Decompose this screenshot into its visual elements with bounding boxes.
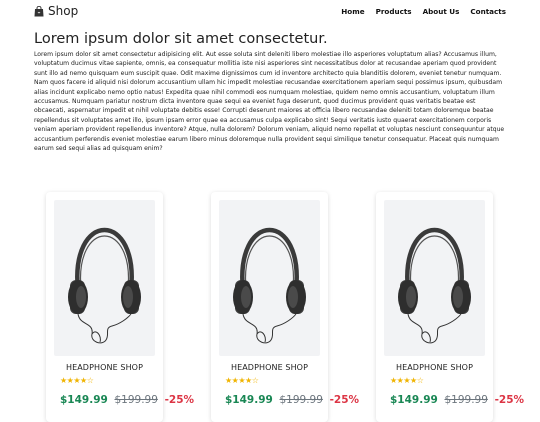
discount-badge: -25% bbox=[164, 394, 195, 406]
rating-stars: ★★★★☆ bbox=[390, 376, 424, 385]
price-row: $149.99 $199.99 -25% bbox=[225, 394, 359, 406]
intro-paragraph: Lorem ipsum dolor sit amet consectetur a… bbox=[34, 51, 505, 153]
intro-section: Lorem ipsum dolor sit amet consectetur. … bbox=[0, 30, 540, 153]
product-card[interactable]: HEADPHONE SHOP ★★★★☆ $149.99 $199.99 -25… bbox=[376, 192, 524, 422]
nav-link-contacts[interactable]: Contacts bbox=[470, 7, 506, 16]
star-icon: ☆ bbox=[86, 376, 94, 385]
product-price: $149.99 bbox=[60, 394, 108, 406]
navbar: Shop Home Products About Us Contacts bbox=[0, 0, 540, 22]
brand-link[interactable]: Shop bbox=[34, 4, 78, 18]
star-icon: ★ bbox=[73, 376, 81, 385]
product-image[interactable] bbox=[54, 200, 155, 356]
product-old-price: $199.99 bbox=[444, 394, 488, 406]
headphones-icon bbox=[233, 227, 306, 344]
discount-badge: -25% bbox=[329, 394, 360, 406]
product-old-price: $199.99 bbox=[279, 394, 323, 406]
product-card[interactable]: HEADPHONE SHOP ★★★★☆ $149.99 $199.99 -25… bbox=[46, 192, 194, 422]
star-icon: ★ bbox=[60, 376, 67, 385]
product-grid: HEADPHONE SHOP ★★★★☆ $149.99 $199.99 -25… bbox=[0, 192, 540, 422]
star-icon: ★ bbox=[225, 376, 232, 385]
main-nav: Home Products About Us Contacts bbox=[341, 7, 506, 16]
star-icon: ☆ bbox=[416, 376, 424, 385]
headphones-icon bbox=[68, 227, 141, 344]
nav-link-about-us[interactable]: About Us bbox=[423, 7, 460, 16]
star-icon: ★ bbox=[410, 376, 417, 385]
nav-link-home[interactable]: Home bbox=[341, 7, 364, 16]
product-title[interactable]: HEADPHONE SHOP bbox=[46, 363, 163, 372]
discount-badge: -25% bbox=[494, 394, 525, 406]
rating-stars: ★★★★☆ bbox=[225, 376, 259, 385]
star-icon: ☆ bbox=[251, 376, 259, 385]
price-row: $149.99 $199.99 -25% bbox=[60, 394, 194, 406]
brand-name: Shop bbox=[48, 4, 79, 18]
product-title[interactable]: HEADPHONE SHOP bbox=[376, 363, 493, 372]
product-image[interactable] bbox=[384, 200, 485, 356]
product-title[interactable]: HEADPHONE SHOP bbox=[211, 363, 328, 372]
star-icon: ★ bbox=[238, 376, 246, 385]
star-icon: ★ bbox=[245, 376, 252, 385]
star-icon: ★ bbox=[390, 376, 397, 385]
product-image[interactable] bbox=[219, 200, 320, 356]
rating-stars: ★★★★☆ bbox=[60, 376, 94, 385]
intro-heading: Lorem ipsum dolor sit amet consectetur. bbox=[34, 31, 328, 47]
price-row: $149.99 $199.99 -25% bbox=[390, 394, 524, 406]
headphones-icon bbox=[398, 227, 471, 344]
product-price: $149.99 bbox=[225, 394, 273, 406]
product-price: $149.99 bbox=[390, 394, 438, 406]
product-old-price: $199.99 bbox=[114, 394, 158, 406]
nav-link-products[interactable]: Products bbox=[376, 7, 412, 16]
product-card[interactable]: HEADPHONE SHOP ★★★★☆ $149.99 $199.99 -25… bbox=[211, 192, 359, 422]
star-icon: ★ bbox=[403, 376, 411, 385]
shopping-bag-icon bbox=[34, 5, 44, 17]
star-icon: ★ bbox=[80, 376, 87, 385]
